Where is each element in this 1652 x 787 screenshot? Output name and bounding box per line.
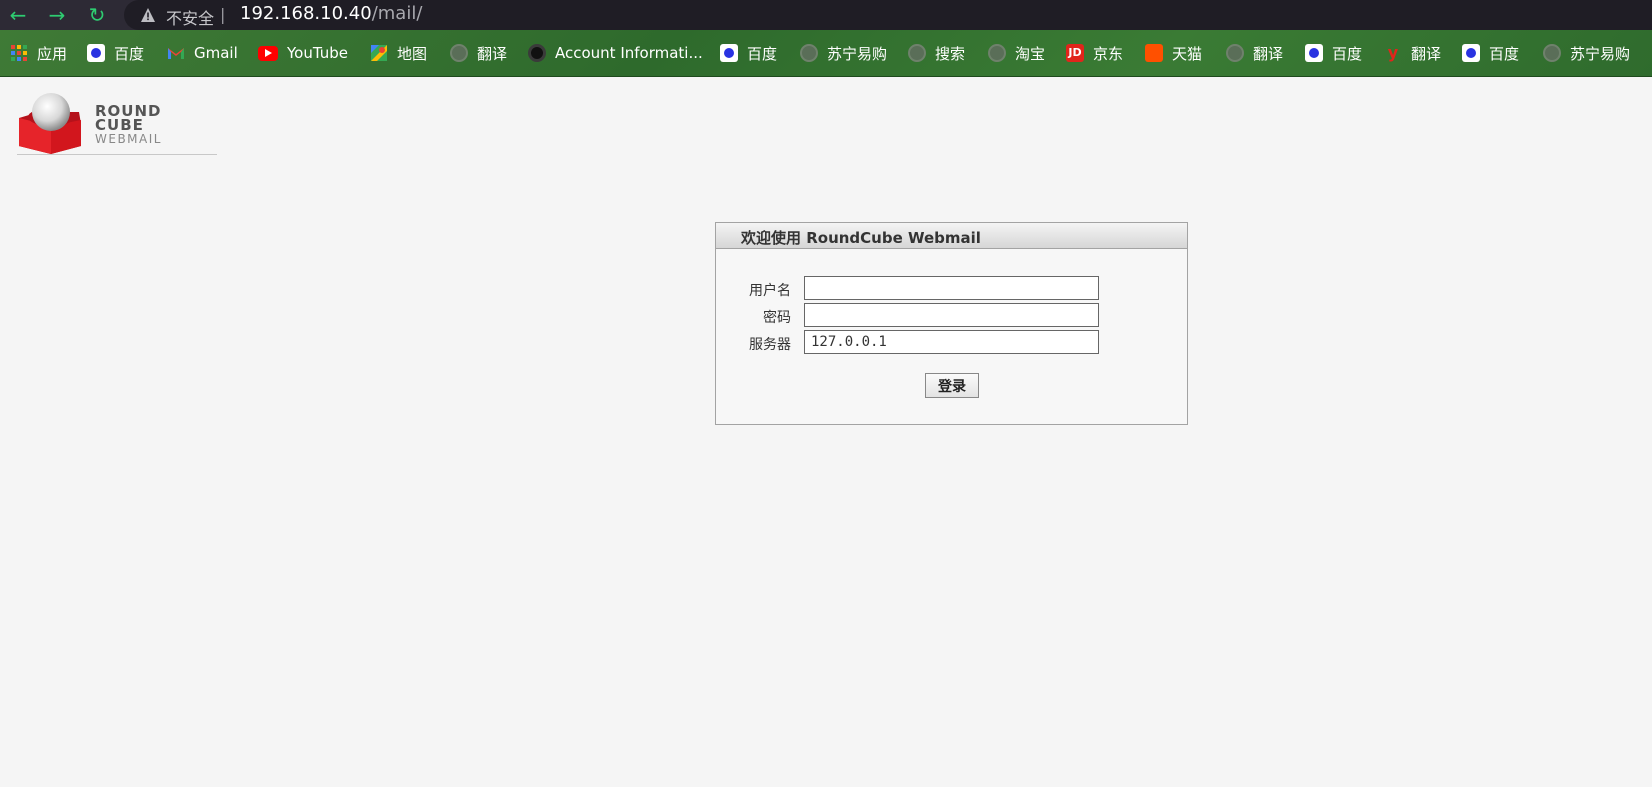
baidu-icon — [1462, 44, 1480, 62]
insecure-label[interactable]: 不安全 — [166, 5, 214, 29]
bookmark-suning-2[interactable]: 苏宁易购 — [1543, 42, 1630, 64]
bookmark-translate-2[interactable]: 翻译 — [1226, 42, 1283, 64]
back-arrow-icon[interactable]: ← — [6, 3, 30, 27]
server-label: 服务器 — [749, 337, 791, 353]
globe-icon — [450, 44, 468, 62]
reload-icon[interactable]: ↻ — [85, 3, 109, 27]
bookmark-label: 苏宁易购 — [827, 44, 888, 63]
bookmark-label: 翻译 — [477, 44, 508, 63]
username-input[interactable] — [804, 276, 1099, 300]
bookmark-baidu-2[interactable]: 百度 — [720, 42, 777, 64]
bookmark-label: 淘宝 — [1015, 44, 1046, 63]
bookmark-suning[interactable]: 苏宁易购 — [800, 42, 887, 64]
url-text[interactable]: 192.168.10.40/mail/ — [240, 3, 422, 24]
bookmark-label: 百度 — [114, 44, 145, 63]
bookmarks-bar: 应用 百度 Gmail YouTube 地图 翻译 Account Inform… — [0, 30, 1652, 77]
bookmark-label: 地图 — [397, 44, 428, 63]
bookmark-gmail[interactable]: Gmail — [167, 42, 238, 64]
address-bar[interactable]: 不安全 | 192.168.10.40/mail/ — [124, 0, 1652, 30]
bookmark-label: 京东 — [1093, 44, 1124, 63]
bookmark-baidu-4[interactable]: 百度 — [1462, 42, 1519, 64]
bookmark-youtube[interactable]: YouTube — [258, 42, 348, 64]
bookmark-label: 百度 — [747, 44, 778, 63]
bookmark-label: 翻译 — [1411, 44, 1442, 63]
bookmark-label: 搜索 — [935, 44, 966, 63]
password-row: 密码 — [716, 303, 1189, 327]
url-separator: | — [220, 5, 226, 24]
login-title: 欢迎使用 RoundCube Webmail — [716, 223, 1187, 249]
bookmark-baidu[interactable]: 百度 — [87, 42, 144, 64]
bookmark-tmall[interactable]: 天猫 — [1145, 42, 1202, 64]
browser-toolbar: ← → ↻ 不安全 | 192.168.10.40/mail/ — [0, 0, 1652, 30]
baidu-icon — [720, 44, 738, 62]
logo-wordmark: ROUND CUBE WEBMAIL — [95, 102, 162, 147]
globe-icon — [1226, 44, 1244, 62]
bookmark-taobao[interactable]: 淘宝 — [988, 42, 1045, 64]
bookmark-label: 苏宁易购 — [1570, 44, 1631, 63]
bookmark-account-information[interactable]: Account Informati... — [528, 42, 703, 64]
forward-arrow-icon[interactable]: → — [45, 3, 69, 27]
username-label: 用户名 — [749, 283, 791, 299]
globe-icon — [800, 44, 818, 62]
login-button[interactable]: 登录 — [925, 373, 979, 398]
maps-icon — [371, 45, 387, 61]
bookmark-label: 天猫 — [1172, 44, 1203, 63]
bookmark-label: YouTube — [287, 44, 348, 62]
baidu-icon — [1305, 44, 1323, 62]
baidu-icon — [87, 44, 105, 62]
bookmark-label: Account Informati... — [555, 44, 703, 62]
login-form: 欢迎使用 RoundCube Webmail 用户名 密码 服务器 登录 — [715, 222, 1188, 425]
bookmark-apps[interactable]: 应用 — [10, 42, 67, 64]
bookmark-label: 百度 — [1332, 44, 1363, 63]
bookmark-label: 翻译 — [1253, 44, 1284, 63]
username-row: 用户名 — [716, 276, 1189, 300]
warning-icon[interactable] — [140, 7, 156, 23]
bookmark-jd[interactable]: JD 京东 — [1066, 42, 1123, 64]
bookmark-youdao[interactable]: y 翻译 — [1384, 42, 1441, 64]
globe-icon — [988, 44, 1006, 62]
globe-icon — [908, 44, 926, 62]
password-input[interactable] — [804, 303, 1099, 327]
bookmark-label: 百度 — [1489, 44, 1520, 63]
bookmark-label: Gmail — [194, 44, 238, 62]
youtube-icon — [258, 45, 278, 61]
bookmark-translate[interactable]: 翻译 — [450, 42, 507, 64]
bookmark-label: 应用 — [37, 44, 68, 63]
bookmark-maps[interactable]: 地图 — [370, 42, 427, 64]
gmail-icon — [168, 48, 184, 59]
server-input[interactable] — [804, 330, 1099, 354]
tmall-icon — [1145, 44, 1163, 62]
bookmark-search[interactable]: 搜索 — [908, 42, 965, 64]
password-label: 密码 — [763, 310, 791, 326]
server-row: 服务器 — [716, 330, 1189, 354]
logo-divider — [17, 154, 217, 155]
account-icon — [528, 44, 546, 62]
globe-icon — [1543, 44, 1561, 62]
youdao-icon: y — [1387, 43, 1399, 62]
apps-grid-icon — [11, 45, 27, 61]
bookmark-baidu-3[interactable]: 百度 — [1305, 42, 1362, 64]
jd-icon: JD — [1066, 44, 1084, 62]
